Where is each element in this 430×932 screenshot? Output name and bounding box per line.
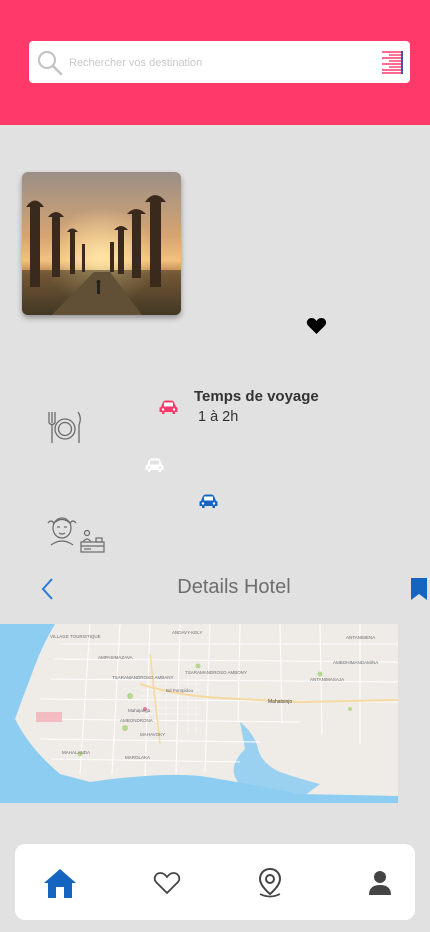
map-label: TSARAMANDROSO AMBONY [185, 670, 247, 675]
nav-favorites[interactable] [148, 864, 186, 902]
map-canvas: VILLAGE TOURISTIQUE ANDAVY-KELY AMPASIMA… [0, 624, 398, 803]
map-label: ANTANIMENA [346, 635, 375, 640]
heart-outline-icon[interactable] [153, 871, 181, 895]
map-label: AMPASIMAZAVA [98, 655, 133, 660]
header [0, 0, 430, 125]
map-label: Bd Pompidou [166, 688, 194, 693]
nav-home[interactable] [41, 864, 79, 902]
reception-icon [80, 529, 105, 553]
nav-profile[interactable] [361, 864, 399, 902]
map-label: Mahatsinjo [268, 699, 292, 705]
map-label: TSARAMANDROSO AMBANY [112, 675, 174, 680]
map-label: ANDAVY-KELY [172, 630, 202, 635]
map-label: MAROLAKA [125, 755, 150, 760]
bottom-nav [15, 844, 415, 920]
map-label: Mahajanga [128, 708, 151, 713]
map-view[interactable]: VILLAGE TOURISTIQUE ANDAVY-KELY AMPASIMA… [0, 624, 398, 803]
nav-map[interactable] [251, 864, 289, 902]
details-title: Details Hotel [177, 576, 291, 598]
travel-time-title: Temps de voyage [194, 388, 319, 405]
car-icon [199, 494, 218, 508]
align-right-icon[interactable] [379, 49, 405, 75]
hotel-photo[interactable] [22, 172, 181, 315]
car-icon [159, 400, 178, 414]
map-label: ANTANIMASAJA [310, 677, 344, 682]
search-input[interactable] [67, 49, 371, 77]
user-icon[interactable] [368, 870, 392, 896]
map-pin-icon[interactable] [257, 867, 283, 899]
home-icon[interactable] [43, 867, 77, 899]
search-icon[interactable] [37, 50, 63, 76]
search-bar[interactable] [29, 41, 410, 83]
travel-time-value: 1 à 2h [198, 409, 239, 425]
bookmark-icon[interactable] [410, 577, 428, 601]
map-label: AMBONDRONA [120, 718, 153, 723]
map-label: MAHAVOKY [140, 732, 165, 737]
map-label: AMBOHIMANDAMINA [333, 660, 378, 665]
map-label: VILLAGE TOURISTIQUE [50, 634, 101, 639]
heart-icon[interactable] [306, 317, 327, 335]
baobab-image [22, 172, 181, 315]
map-label: MAHALANDA [62, 750, 90, 755]
spa-icon [47, 517, 77, 546]
restaurant-icon [48, 411, 81, 443]
car-icon [145, 458, 164, 472]
